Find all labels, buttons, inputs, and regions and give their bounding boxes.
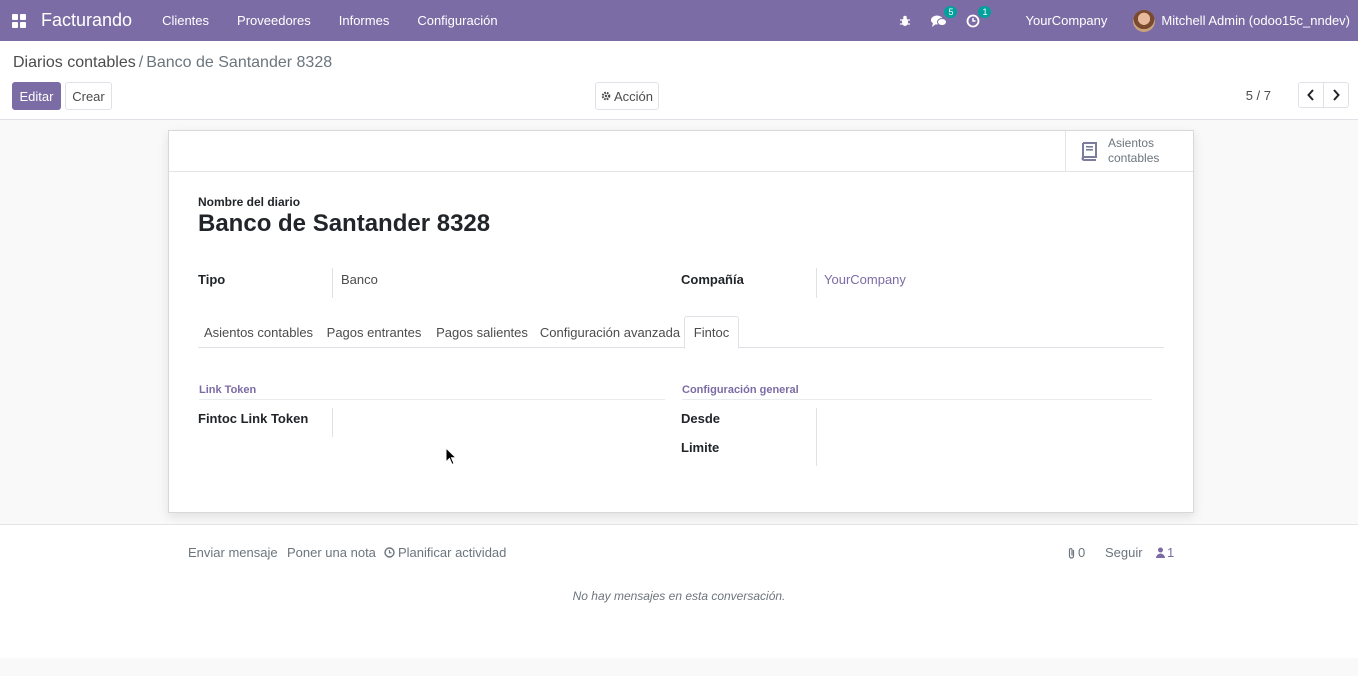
- journal-name-value: Banco de Santander 8328: [198, 210, 491, 237]
- edit-button[interactable]: Editar: [12, 82, 61, 110]
- company-label: Compañía: [681, 272, 744, 287]
- app-name[interactable]: Facturando: [41, 10, 132, 31]
- user-name: Mitchell Admin (odoo15c_nndev): [1161, 13, 1350, 28]
- chevron-right-icon: [1333, 89, 1340, 101]
- menu-item-informes[interactable]: Informes: [325, 13, 404, 28]
- tab-pagos-entrantes[interactable]: Pagos entrantes: [319, 316, 429, 348]
- mouse-cursor-icon: [445, 447, 457, 466]
- pager-previous-button[interactable]: [1298, 82, 1324, 108]
- activities-clock-icon[interactable]: 1: [965, 5, 992, 29]
- chatter: Enviar mensaje Poner una nota Planificar…: [0, 524, 1358, 658]
- breadcrumb-current: Banco de Santander 8328: [146, 54, 333, 71]
- schedule-activity-button[interactable]: Planificar actividad: [384, 545, 506, 560]
- apps-menu-icon[interactable]: [12, 13, 26, 28]
- chevron-left-icon: [1307, 89, 1314, 101]
- tab-pagos-salientes[interactable]: Pagos salientes: [429, 316, 535, 348]
- from-label: Desde: [681, 411, 721, 426]
- avatar: [1133, 9, 1156, 32]
- schedule-activity-label: Planificar actividad: [398, 545, 507, 560]
- smart-button-box: Asientos contables: [169, 131, 1193, 172]
- smart-button-label: Asientos contables: [1108, 136, 1168, 166]
- tab-configuracion-avanzada[interactable]: Configuración avanzada: [535, 316, 685, 348]
- main-menu: Clientes Proveedores Informes Configurac…: [148, 13, 511, 28]
- type-label: Tipo: [198, 272, 226, 287]
- bug-icon[interactable]: [897, 13, 913, 29]
- link-token-group-title: Link Token: [199, 384, 665, 400]
- send-message-button[interactable]: Enviar mensaje: [188, 545, 278, 560]
- action-dropdown-button[interactable]: Acción: [595, 82, 659, 110]
- pager-value[interactable]: 5 / 7: [1246, 88, 1271, 103]
- pager-next-button[interactable]: [1323, 82, 1349, 108]
- menu-item-clientes[interactable]: Clientes: [148, 13, 223, 28]
- fintoc-link-token-label: Fintoc Link Token: [198, 411, 309, 426]
- notebook-tabs: Asientos contables Pagos entrantes Pagos…: [198, 316, 1164, 349]
- followers-button[interactable]: 1: [1156, 545, 1174, 560]
- tab-asientos-contables[interactable]: Asientos contables: [198, 316, 319, 348]
- user-icon: [1156, 547, 1165, 558]
- create-button[interactable]: Crear: [65, 82, 112, 110]
- user-menu[interactable]: Mitchell Admin (odoo15c_nndev): [1133, 9, 1350, 32]
- company-value-link[interactable]: YourCompany: [824, 272, 906, 287]
- book-icon: [1081, 142, 1097, 161]
- field-divider: [332, 268, 333, 298]
- breadcrumb-separator: /: [138, 54, 144, 71]
- field-divider: [816, 268, 817, 298]
- empty-conversation-text: No hay mensajes en esta conversación.: [572, 589, 786, 603]
- systray: 5 1 YourCompany Mitchell Admin (odoo15c_…: [897, 0, 1358, 41]
- journal-name-label: Nombre del diario: [198, 195, 301, 209]
- messages-icon[interactable]: 5: [931, 5, 958, 29]
- log-note-button[interactable]: Poner una nota: [287, 545, 376, 560]
- general-config-group-title: Configuración general: [682, 384, 1152, 400]
- attachments-count: 0: [1078, 545, 1086, 560]
- breadcrumb-parent-link[interactable]: Diarios contables: [13, 54, 136, 71]
- menu-item-configuracion[interactable]: Configuración: [403, 13, 511, 28]
- control-panel: Diarios contables / Banco de Santander 832…: [0, 41, 1358, 120]
- type-value: Banco: [341, 272, 378, 287]
- smart-button-label-line2: contables: [1108, 151, 1160, 165]
- gear-icon: [601, 91, 611, 101]
- field-divider: [816, 408, 817, 466]
- follow-button[interactable]: Seguir: [1105, 545, 1143, 560]
- action-label: Acción: [613, 88, 654, 104]
- breadcrumb: Diarios contables / Banco de Santander 832…: [13, 54, 332, 72]
- followers-count: 1: [1167, 545, 1175, 560]
- journal-entries-smart-button[interactable]: Asientos contables: [1065, 131, 1193, 171]
- activities-badge: 1: [978, 5, 992, 18]
- menu-item-proveedores[interactable]: Proveedores: [223, 13, 325, 28]
- field-divider: [332, 408, 333, 437]
- smart-button-label-line1: Asientos: [1108, 136, 1155, 150]
- tab-fintoc[interactable]: Fintoc: [684, 316, 739, 349]
- company-switcher[interactable]: YourCompany: [1025, 13, 1107, 28]
- messages-badge: 5: [944, 5, 958, 18]
- limit-label: Limite: [681, 440, 720, 455]
- attachments-button[interactable]: 0: [1067, 545, 1085, 560]
- form-sheet: Asientos contables Nombre del diario Ban…: [168, 130, 1194, 513]
- clock-icon: [384, 547, 395, 558]
- top-navbar: Facturando Clientes Proveedores Informes…: [0, 0, 1358, 41]
- paperclip-icon: [1068, 547, 1075, 559]
